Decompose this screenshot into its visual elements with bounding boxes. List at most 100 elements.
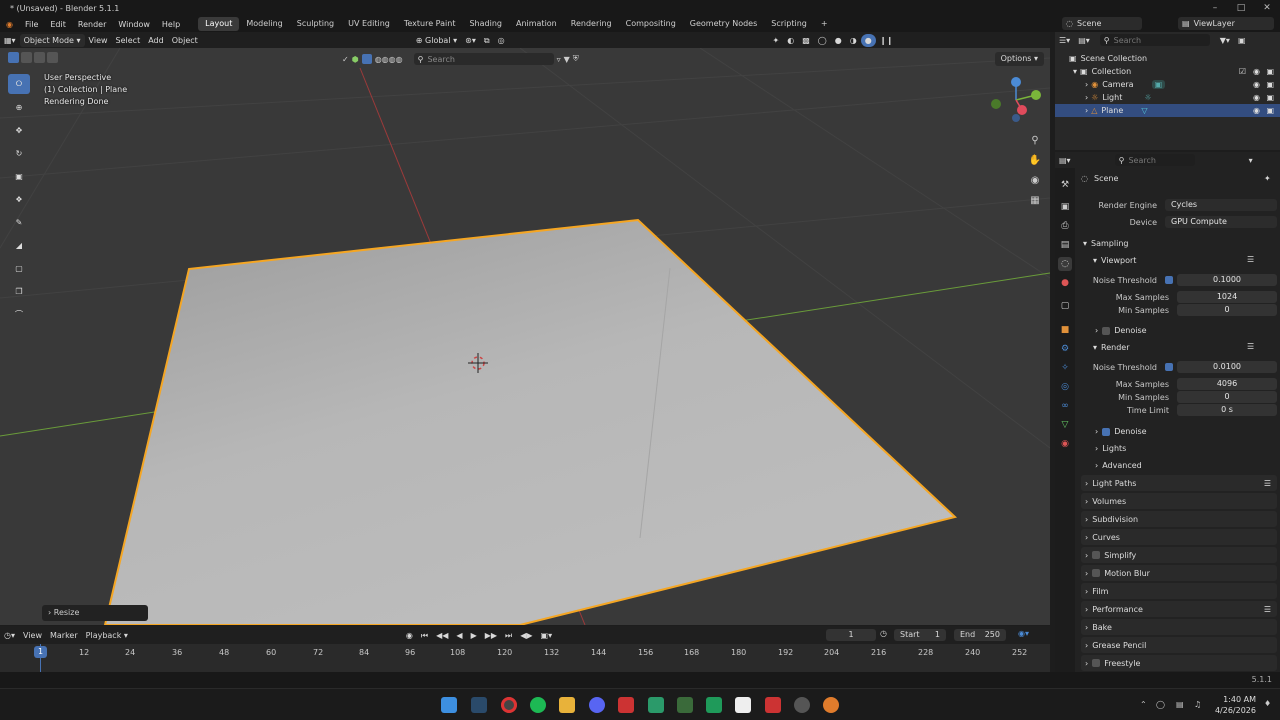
start-icon[interactable]: [441, 697, 457, 713]
timeline-menu-view[interactable]: View: [19, 629, 46, 642]
menu-file[interactable]: File: [19, 20, 44, 29]
pan-hand-icon[interactable]: ✋: [1026, 151, 1044, 169]
jump-end-icon[interactable]: ⏭: [501, 629, 516, 642]
eye-icon[interactable]: ◉: [1253, 93, 1260, 102]
proportional-edit-icon[interactable]: ◎: [494, 34, 509, 47]
properties-search-input[interactable]: ⚲ Search: [1114, 154, 1195, 166]
panel-light-paths[interactable]: › Light Paths ☰: [1081, 475, 1277, 491]
pivot-icon[interactable]: ⊛▾: [461, 34, 480, 47]
mode-selector[interactable]: Object Mode ▾: [19, 33, 85, 47]
outliner-item-light[interactable]: › ☼ Light ☼ ◉ ▣: [1055, 91, 1280, 104]
presets-icon[interactable]: ☰: [1247, 342, 1254, 351]
measure-tool-icon[interactable]: ◢: [8, 235, 30, 255]
app-icon-controller[interactable]: [677, 697, 693, 713]
tab-animation[interactable]: Animation: [509, 17, 564, 31]
output-tab-icon[interactable]: ⎙: [1058, 219, 1072, 233]
r-min-samples-field[interactable]: 0: [1177, 391, 1277, 403]
denoise-checkbox[interactable]: [1102, 427, 1111, 436]
add-workspace-icon[interactable]: +: [814, 17, 835, 31]
jump-keyframe-back-icon[interactable]: ◀◀: [432, 629, 452, 642]
tab-scripting[interactable]: Scripting: [764, 17, 814, 31]
navigation-gizmo[interactable]: [991, 77, 1041, 122]
r-max-samples-field[interactable]: 4096: [1177, 378, 1277, 390]
camera-render-icon[interactable]: ▣: [1266, 106, 1274, 115]
new-collection-icon[interactable]: ▣: [1234, 34, 1250, 47]
tab-modeling[interactable]: Modeling: [239, 17, 289, 31]
app-icon-red[interactable]: [618, 697, 634, 713]
vp-min-samples-field[interactable]: 0: [1177, 304, 1277, 316]
camera-render-icon[interactable]: ▣: [1266, 80, 1274, 89]
panel-simplify[interactable]: › Simplify: [1081, 547, 1277, 563]
annotate-tool-icon[interactable]: ✎: [8, 212, 30, 232]
camera-render-icon[interactable]: ▣: [1266, 67, 1274, 76]
color-filter-icon[interactable]: ⬢: [352, 55, 359, 64]
view-layer-selector[interactable]: ▤ ViewLayer: [1178, 17, 1274, 30]
outliner-item-camera[interactable]: › ◉ Camera ▣ ◉ ▣: [1055, 78, 1280, 91]
timeline-menu-marker[interactable]: Marker: [46, 629, 82, 642]
panel-grease-pencil[interactable]: › Grease Pencil: [1081, 637, 1277, 653]
render-tab-icon[interactable]: ▣: [1058, 200, 1072, 214]
timeline-editor-icon[interactable]: ◷▾: [0, 629, 19, 642]
tab-rendering[interactable]: Rendering: [564, 17, 619, 31]
panel-freestyle[interactable]: › Freestyle: [1081, 655, 1277, 671]
select-intersect-icon[interactable]: [47, 52, 58, 63]
properties-editor-icon[interactable]: ▤▾: [1055, 154, 1075, 167]
auto-keying-icon[interactable]: ◉: [402, 629, 417, 642]
shading-material-icon[interactable]: ◑: [846, 34, 861, 47]
camera-view-icon[interactable]: ◉: [1026, 171, 1044, 189]
menu-edit[interactable]: Edit: [44, 20, 72, 29]
tab-sculpting[interactable]: Sculpting: [290, 17, 341, 31]
select-box-tool-icon[interactable]: ⭘: [8, 74, 30, 94]
outliner-item-plane[interactable]: › △ Plane ▽ ◉ ▣: [1055, 104, 1280, 117]
scale-tool-icon[interactable]: ▣: [8, 166, 30, 186]
3d-viewport[interactable]: ⭘ ⊕ ✥ ↻ ▣ ❖ ✎ ◢ ▢ ❐ ⌒ User Perspective (…: [0, 48, 1050, 625]
tab-texture-paint[interactable]: Texture Paint: [397, 17, 463, 31]
end-frame-field[interactable]: End 250: [954, 629, 1006, 641]
discord-icon[interactable]: [589, 697, 605, 713]
motion-blur-checkbox[interactable]: [1092, 569, 1101, 577]
play-reverse-icon[interactable]: ◀: [452, 629, 466, 642]
world-tab-icon[interactable]: ●: [1058, 276, 1072, 290]
chevron-down-icon[interactable]: ✓: [342, 55, 349, 64]
timeline-menu-playback[interactable]: Playback ▾: [82, 629, 132, 642]
chrome-icon[interactable]: [501, 697, 517, 713]
chevron-down-icon[interactable]: ▾: [1245, 154, 1257, 167]
steam-icon[interactable]: [471, 697, 487, 713]
tool-tab-icon[interactable]: ⚒: [1058, 178, 1072, 192]
device-select[interactable]: GPU Compute: [1165, 216, 1277, 228]
add-object-tool-icon[interactable]: ❐: [8, 281, 30, 301]
transform-tool-icon[interactable]: ❖: [8, 189, 30, 209]
menu-window[interactable]: Window: [112, 20, 156, 29]
zoom-icon[interactable]: ⚲: [1026, 131, 1044, 149]
filter-icon[interactable]: ▿: [557, 55, 561, 64]
panel-film[interactable]: › Film: [1081, 583, 1277, 599]
tab-geometry-nodes[interactable]: Geometry Nodes: [683, 17, 764, 31]
options-button[interactable]: Options ▾: [994, 52, 1044, 66]
tab-layout[interactable]: Layout: [198, 17, 240, 31]
constraints-tab-icon[interactable]: ∞: [1058, 399, 1072, 413]
app-icon-green[interactable]: [648, 697, 664, 713]
material-tab-icon[interactable]: ◉: [1058, 437, 1072, 451]
display-mode-icon[interactable]: ▤▾: [1074, 34, 1094, 47]
physics-tab-icon[interactable]: ◎: [1058, 380, 1072, 394]
object-tab-icon[interactable]: ■: [1058, 323, 1072, 337]
view-layer-tab-icon[interactable]: ▤: [1058, 238, 1072, 252]
orientation-selector[interactable]: ⊕ Global ▾: [412, 34, 461, 47]
perspective-grid-icon[interactable]: ▦: [1026, 191, 1044, 209]
clock[interactable]: 1:40 AM 4/26/2026: [1208, 694, 1256, 716]
r-noise-threshold-field[interactable]: 0.0100: [1177, 361, 1277, 373]
viewport-search-input[interactable]: ⚲ Search: [413, 53, 554, 65]
viewport-gizmo-toggle-icon[interactable]: ✦: [769, 34, 784, 47]
noise-threshold-checkbox[interactable]: [1165, 363, 1173, 371]
keyframe-nav-icon[interactable]: ◀▶: [516, 629, 536, 642]
start-frame-field[interactable]: Start 1: [894, 629, 946, 641]
menu-render[interactable]: Render: [72, 20, 112, 29]
modifier-tab-icon[interactable]: ⚙: [1058, 342, 1072, 356]
simplify-checkbox[interactable]: [1092, 551, 1101, 559]
tab-shading[interactable]: Shading: [462, 17, 509, 31]
spotify-icon[interactable]: [530, 697, 546, 713]
eye-icon[interactable]: ◉: [1253, 67, 1260, 76]
panel-performance[interactable]: › Performance ☰: [1081, 601, 1277, 617]
timeline-view-icon[interactable]: ◉▾: [1018, 629, 1029, 638]
select-extend-icon[interactable]: [21, 52, 32, 63]
